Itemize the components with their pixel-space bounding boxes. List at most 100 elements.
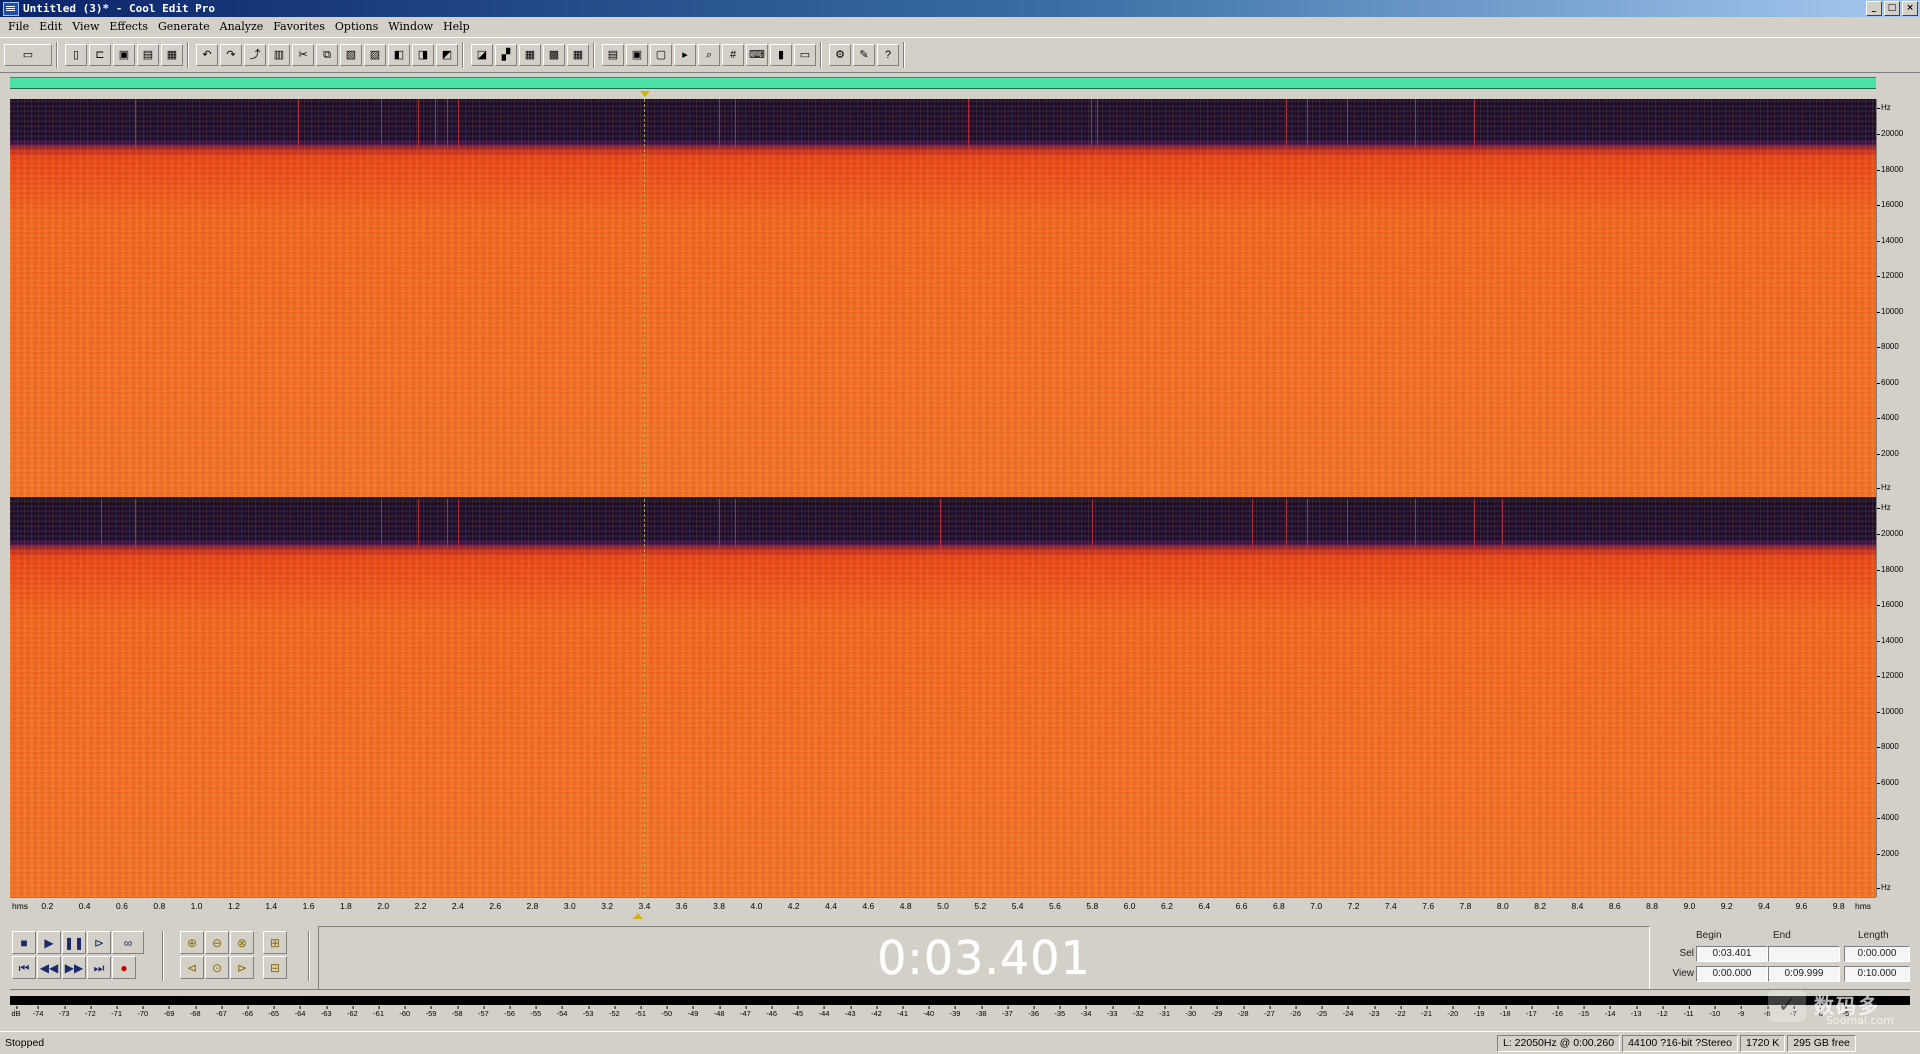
stop-button[interactable]: ■ (12, 931, 36, 954)
zoom-left-button[interactable]: ⊲ (180, 956, 204, 979)
frequency-tick-label: 12000 (1876, 271, 1904, 280)
cut-button[interactable]: ✂ (292, 44, 314, 66)
keyboard-button[interactable]: ⌨ (746, 44, 768, 66)
meter-tick-label: -23 (1368, 1006, 1380, 1018)
zoom-out-vertical-button[interactable]: ⊟ (263, 956, 287, 979)
redo-button[interactable]: ↷ (220, 44, 242, 66)
envelope-button[interactable]: ◩ (436, 44, 458, 66)
transient-spike (447, 99, 448, 151)
save-as-icon: ▤ (142, 48, 154, 61)
save-button[interactable]: ▣ (113, 44, 135, 66)
zoom-right-button[interactable]: ⊳ (230, 956, 254, 979)
info-button[interactable]: ▢ (650, 44, 672, 66)
waveform-toggle-button[interactable]: ▭ (4, 44, 52, 66)
meter-button[interactable]: ▮ (770, 44, 792, 66)
menu-file[interactable]: File (0, 18, 34, 36)
play-to-end-button[interactable]: ⊳ (87, 931, 111, 954)
copy-new-button[interactable]: ▥ (268, 44, 290, 66)
sel-begin-field[interactable]: 0:03.401 (1696, 946, 1768, 962)
menu-favorites[interactable]: Favorites (268, 18, 330, 36)
sel-length-field[interactable]: 0:00.000 (1844, 946, 1910, 962)
sel-end-field[interactable] (1768, 946, 1840, 962)
grid-icon: ▦ (524, 48, 536, 61)
open-file-button[interactable]: ⊏ (89, 44, 111, 66)
zoom-left-icon: ⊲ (186, 960, 198, 975)
layout-button[interactable]: ▭ (794, 44, 816, 66)
help-button[interactable]: ? (877, 44, 899, 66)
transient-spike (1092, 499, 1093, 551)
spectral-view-button[interactable]: ◪ (471, 44, 493, 66)
grid-button[interactable]: ▦ (519, 44, 541, 66)
play-button[interactable]: ▶ (37, 931, 61, 954)
spectral-display[interactable] (10, 99, 1876, 897)
restore-button[interactable]: □ (1884, 1, 1900, 16)
menu-generate[interactable]: Generate (153, 18, 215, 36)
view-begin-field[interactable]: 0:00.000 (1696, 966, 1768, 982)
frequency-unit-label: Hz (1877, 503, 1891, 512)
go-to-end-button[interactable]: ⏭ (87, 956, 111, 979)
play-button[interactable]: ▸ (674, 44, 696, 66)
playhead-cursor[interactable] (644, 99, 645, 897)
save-as-button[interactable]: ▤ (137, 44, 159, 66)
close-button[interactable]: ▦ (161, 44, 183, 66)
loop-button[interactable]: ∞ (112, 931, 144, 954)
right-channel-spectrogram[interactable] (10, 499, 1876, 897)
menu-view[interactable]: View (67, 18, 104, 36)
paste-button[interactable]: ▧ (340, 44, 362, 66)
copy-button[interactable]: ⧉ (316, 44, 338, 66)
time-tick-label: 3.8 (713, 901, 725, 911)
new-file-button[interactable]: ▯ (65, 44, 87, 66)
overview-bar[interactable] (10, 77, 1876, 89)
trim-button[interactable]: ◧ (388, 44, 410, 66)
meter-tick-label: -62 (346, 1006, 358, 1018)
frequency-tick-label: 2000 (1877, 448, 1899, 458)
rewind-button[interactable]: ◀◀ (37, 956, 61, 979)
zoom-selection-button[interactable]: ⊙ (205, 956, 229, 979)
waveform-view-button[interactable]: ▞ (495, 44, 517, 66)
edit-button[interactable]: ✎ (853, 44, 875, 66)
zoom-full-button[interactable]: ⊗ (230, 931, 254, 954)
silence-button[interactable]: ◨ (412, 44, 434, 66)
menu-window[interactable]: Window (383, 18, 438, 36)
grid-3-button[interactable]: ▦ (567, 44, 589, 66)
counter-button[interactable]: # (722, 44, 744, 66)
zoom-out-horizontal-button[interactable]: ⊖ (205, 931, 229, 954)
time-tick-label: 0.4 (78, 901, 91, 911)
close-button[interactable]: × (1902, 1, 1918, 16)
meter-tick-label: -52 (608, 1006, 620, 1018)
zoom-in-horizontal-button[interactable]: ⊕ (180, 931, 204, 954)
time-tick-label: 9.0 (1683, 901, 1696, 911)
settings-button[interactable]: ⚙ (829, 44, 851, 66)
frequency-analysis-button[interactable]: ▤ (602, 44, 624, 66)
rewind-icon: ◀◀ (39, 960, 59, 975)
grid-2-button[interactable]: ▩ (543, 44, 565, 66)
cursor-marker-top[interactable] (640, 91, 650, 97)
record-button[interactable]: ● (112, 956, 136, 979)
view-length-field[interactable]: 0:10.000 (1844, 966, 1910, 982)
menu-options[interactable]: Options (330, 18, 383, 36)
repeat-button[interactable]: ⤴ (244, 44, 266, 66)
zoom-button[interactable]: ⌕ (698, 44, 720, 66)
scan-button[interactable]: ▣ (626, 44, 648, 66)
go-to-start-button[interactable]: ⏮ (12, 956, 36, 979)
time-ruler[interactable]: hms 0.2 0.4 0.6 0.8 1.0 1.2 1.4 1.6 1.8 2.0 2.2 2.4 2… (10, 897, 1876, 914)
menu-help[interactable]: Help (438, 18, 475, 36)
meter-tick-label: -60 (399, 1006, 411, 1018)
fast-forward-button[interactable]: ▶▶ (62, 956, 86, 979)
meter-tick-label: -12 (1656, 1006, 1668, 1018)
menu-edit[interactable]: Edit (34, 18, 67, 36)
zoom-in-vertical-button[interactable]: ⊞ (263, 931, 287, 954)
transient-spike (1286, 499, 1287, 551)
undo-button[interactable]: ↶ (196, 44, 218, 66)
menu-analyze[interactable]: Analyze (215, 18, 269, 36)
cursor-marker-bottom[interactable] (633, 913, 643, 919)
pause-button[interactable]: ❚❚ (62, 931, 86, 954)
open-file-icon: ⊏ (95, 48, 105, 61)
mix-paste-button[interactable]: ▨ (364, 44, 386, 66)
view-end-field[interactable]: 0:09.999 (1768, 966, 1840, 982)
minimize-button[interactable]: _ (1866, 1, 1882, 16)
menu-effects[interactable]: Effects (104, 18, 153, 36)
left-channel-spectrogram[interactable] (10, 99, 1876, 497)
time-tick-label: 3.4 (638, 901, 651, 911)
frequency-ruler: Hz 20000 18000 16000 14000 12000 10000 8000 6000… (1876, 99, 1920, 897)
